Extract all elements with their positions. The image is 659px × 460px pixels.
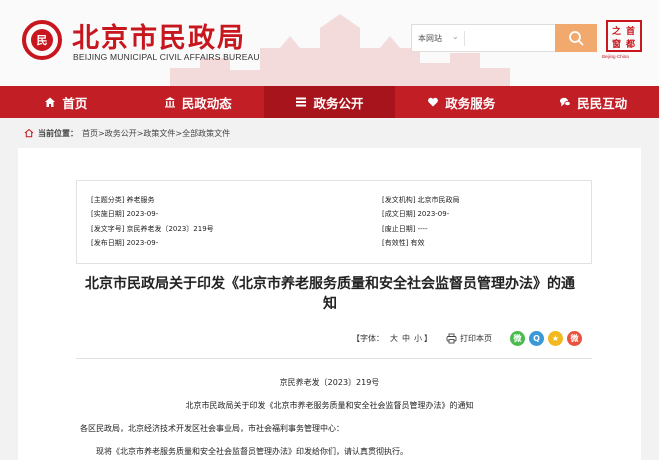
chevron-down-icon[interactable]: ⌄ bbox=[452, 32, 459, 41]
document-title-line: 北京市民政局关于印发《北京市养老服务质量和安全社会监督员管理办法》的通 bbox=[85, 276, 575, 292]
meta-row: [成文日期] 2023-09- bbox=[382, 210, 450, 218]
font-size-label: 【字体： bbox=[352, 333, 384, 343]
meta-row: [主题分类] 养老服务 bbox=[91, 196, 155, 204]
qq-icon[interactable]: Q bbox=[529, 330, 544, 346]
breadcrumb-path[interactable]: 首页>政务公开>政策文件>全部政策文件 bbox=[82, 128, 230, 139]
breadcrumb: 当前位置： 首页>政务公开>政策文件>全部政策文件 bbox=[24, 127, 230, 139]
capital-char: 之 bbox=[612, 27, 622, 37]
document-paragraph: 现将《北京市养老服务质量和安全社会监督员管理办法》印发给你们，请认真贯彻执行。 bbox=[96, 447, 408, 456]
document-salutation: 各区民政局，北京经济技术开发区社会事业局，市社会福利事务管理中心： bbox=[80, 424, 344, 433]
nav-item-label: 民民互动 bbox=[577, 95, 628, 111]
site-header: 民 北京市民政局 BEIJING MUNICIPAL CIVIL AFFAIRS… bbox=[0, 0, 659, 86]
document-heading: 北京市民政局关于印发《北京市养老服务质量和安全社会监督员管理办法》的通知 bbox=[185, 401, 474, 410]
font-medium-button[interactable]: 中 bbox=[402, 333, 410, 344]
bureau-logo[interactable]: 民 bbox=[22, 20, 62, 60]
nav-item-news[interactable]: 民政动态 bbox=[132, 86, 264, 118]
site-subtitle: BEIJING MUNICIPAL CIVIL AFFAIRS BUREAU bbox=[73, 52, 260, 62]
meta-row: [发文机构] 北京市民政局 bbox=[382, 196, 460, 204]
search-divider bbox=[464, 31, 465, 46]
search-input[interactable] bbox=[468, 28, 552, 48]
document-number: 京民养老发〔2023〕219号 bbox=[279, 378, 380, 387]
breadcrumb-label: 当前位置： bbox=[38, 128, 78, 138]
nav-item-label: 政务公开 bbox=[313, 95, 364, 111]
capital-window-logo[interactable]: 之 首 窗 都 bbox=[606, 20, 642, 52]
qzone-icon[interactable]: ★ bbox=[548, 330, 563, 346]
heart-icon bbox=[427, 96, 439, 108]
font-size-close: 】 bbox=[424, 333, 432, 343]
font-large-button[interactable]: 大 bbox=[390, 333, 398, 344]
meta-row: [实施日期] 2023-09- bbox=[91, 210, 159, 218]
chat-icon bbox=[559, 96, 571, 108]
document-title-line: 知 bbox=[323, 296, 337, 312]
nav-item-label: 政务服务 bbox=[445, 95, 496, 111]
site-title[interactable]: 北京市民政局 bbox=[72, 16, 246, 55]
meta-row: [废止日期] ---- bbox=[382, 225, 428, 233]
font-small-button[interactable]: 小 bbox=[414, 333, 422, 344]
print-button[interactable]: 打印本页 bbox=[446, 333, 492, 344]
print-label: 打印本页 bbox=[460, 333, 492, 343]
main-nav: 首页 民政动态 政务公开 政务服务 民民互动 bbox=[0, 86, 659, 118]
home-icon bbox=[24, 128, 34, 138]
capital-char: 窗 bbox=[612, 40, 622, 50]
meta-row: [发文字号] 京民养老发〔2023〕219号 bbox=[91, 225, 214, 233]
home-icon bbox=[44, 96, 56, 108]
nav-item-label: 首页 bbox=[62, 95, 88, 111]
nav-item-interaction[interactable]: 民民互动 bbox=[527, 86, 659, 118]
capital-caption: Beijing·China bbox=[602, 54, 629, 59]
wechat-icon[interactable]: 微 bbox=[510, 330, 525, 346]
meta-row: [有效性] 有效 bbox=[382, 239, 425, 247]
nav-item-label: 民政动态 bbox=[181, 95, 232, 111]
nav-item-gov-affairs[interactable]: 政务公开 bbox=[263, 86, 396, 118]
meta-row: [发布日期] 2023-09- bbox=[91, 239, 159, 247]
share-buttons: 微 Q ★ 微 bbox=[510, 330, 582, 346]
search-scope-select[interactable]: 本网站 bbox=[418, 33, 442, 44]
weibo-icon[interactable]: 微 bbox=[567, 330, 582, 346]
document-meta-table: [主题分类] 养老服务 [实施日期] 2023-09- [发文字号] 京民养老发〔20… bbox=[76, 180, 592, 264]
search-icon bbox=[569, 31, 584, 46]
list-icon bbox=[295, 96, 307, 108]
capital-char: 首 bbox=[626, 27, 636, 37]
printer-icon bbox=[446, 333, 457, 343]
logo-glyph: 民 bbox=[31, 29, 53, 51]
building-icon bbox=[164, 96, 176, 108]
document-title: 北京市民政局关于印发《北京市养老服务质量和安全社会监督员管理办法》的通 知 bbox=[60, 274, 600, 314]
search-box: 本网站 ⌄ bbox=[411, 24, 555, 52]
search-button[interactable] bbox=[555, 24, 597, 52]
document-tools: 【字体： 大 中 小 】 打印本页 微 Q ★ 微 bbox=[352, 330, 582, 346]
nav-item-services[interactable]: 政务服务 bbox=[395, 86, 527, 118]
capital-char: 都 bbox=[626, 40, 636, 50]
content-divider bbox=[76, 358, 592, 359]
nav-item-home[interactable]: 首页 bbox=[0, 86, 132, 118]
